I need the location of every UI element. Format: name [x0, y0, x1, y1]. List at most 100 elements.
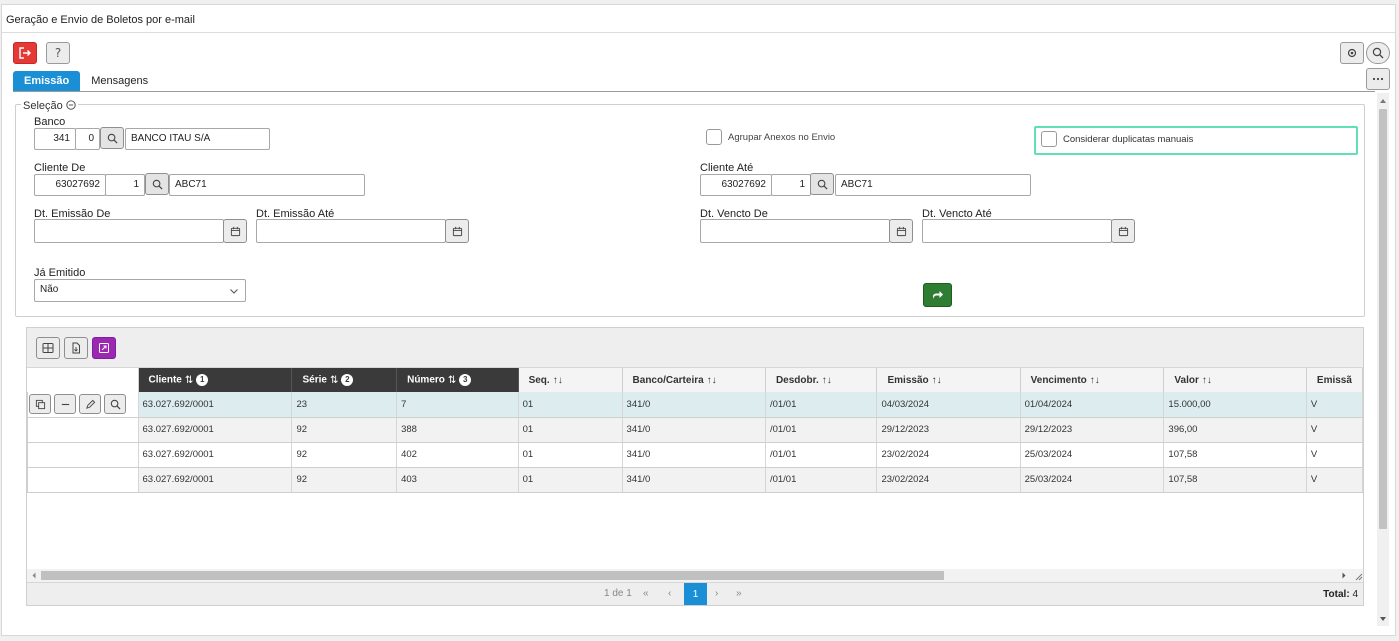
window-title: Geração e Envio de Boletos por e-mail — [6, 14, 195, 26]
column-header[interactable]: Emissão ↑↓ — [876, 368, 1021, 392]
exit-button[interactable] — [13, 42, 37, 64]
export-file-icon — [72, 342, 80, 354]
row-actions — [27, 417, 139, 443]
expand-icon — [99, 343, 109, 353]
calendar-icon — [1118, 226, 1128, 236]
remove-button[interactable] — [54, 394, 76, 415]
more-options-button[interactable] — [1366, 68, 1390, 90]
column-header[interactable]: Vencimento ↑↓ — [1020, 368, 1165, 392]
cell-emitido: V — [1306, 442, 1363, 468]
title-divider — [2, 32, 1395, 33]
gear-icon — [1347, 48, 1357, 58]
vertical-scroll-thumb[interactable] — [1379, 109, 1387, 529]
edit-button[interactable] — [79, 394, 101, 415]
ja-emitido-select[interactable]: Não — [34, 279, 246, 302]
table-row[interactable]: 63.027.692/0001 92 403 01 341/0 /01/01 2… — [27, 467, 1363, 493]
resize-grip-icon[interactable] — [1353, 571, 1363, 581]
collapse-icon[interactable] — [66, 100, 76, 110]
last-page-button[interactable]: » — [736, 588, 742, 599]
cell-cliente: 63.027.692/0001 — [138, 467, 293, 493]
column-header[interactable]: Seq. ↑↓ — [518, 368, 623, 392]
copy-icon — [35, 399, 45, 409]
column-header[interactable]: Banco/Carteira ↑↓ — [622, 368, 766, 392]
tab-bar: Emissão Mensagens — [13, 71, 159, 91]
cell-numero: 388 — [396, 417, 519, 443]
scroll-left-icon[interactable] — [29, 569, 39, 582]
cell-vencimento: 29/12/2023 — [1020, 417, 1165, 443]
dt-vencto-ate-calendar-button[interactable] — [1111, 219, 1135, 243]
total-count: Total: 4 — [1323, 589, 1358, 600]
table-header: Cliente ⇅ 1 Série ⇅ 2 Número ⇅ 3 Seq. ↑↓ Banco/… — [27, 368, 1363, 392]
copy-button[interactable] — [29, 394, 51, 415]
scroll-up-icon[interactable] — [1377, 96, 1389, 106]
cell-cliente: 63.027.692/0001 — [138, 392, 293, 418]
next-page-button[interactable]: › — [715, 588, 718, 599]
horizontal-scrollbar[interactable] — [27, 569, 1363, 582]
dt-emissao-de-input[interactable] — [34, 219, 224, 243]
cliente-ate-seq-input[interactable]: 1 — [771, 174, 811, 196]
settings-button[interactable] — [1340, 42, 1364, 64]
vertical-scrollbar[interactable] — [1377, 93, 1389, 626]
calendar-icon — [452, 226, 462, 236]
page-info: 1 de 1 — [604, 588, 632, 599]
column-header[interactable]: Cliente ⇅ 1 — [138, 368, 293, 392]
cliente-ate-label: Cliente Até — [700, 162, 754, 174]
cell-desdobr: /01/01 — [765, 442, 878, 468]
banco-agency-input[interactable]: 0 — [75, 128, 100, 150]
cliente-de-seq-input[interactable]: 1 — [105, 174, 145, 196]
dt-emissao-ate-input[interactable] — [256, 219, 446, 243]
dt-vencto-ate-input[interactable] — [922, 219, 1112, 243]
column-header[interactable]: Desdobr. ↑↓ — [765, 368, 878, 392]
cell-valor: 15.000,00 — [1163, 392, 1307, 418]
selection-legend[interactable]: Seleção — [21, 100, 78, 112]
horizontal-scroll-thumb[interactable] — [41, 571, 944, 580]
scroll-down-icon[interactable] — [1377, 614, 1389, 624]
cliente-de-lookup-button[interactable] — [145, 173, 169, 195]
current-page-button[interactable]: 1 — [684, 583, 707, 605]
cell-cliente: 63.027.692/0001 — [138, 442, 293, 468]
grid-toolbar — [27, 328, 1363, 368]
dt-emissao-de-calendar-button[interactable] — [223, 219, 247, 243]
column-header[interactable]: Série ⇅ 2 — [291, 368, 398, 392]
considerar-duplicatas-checkbox[interactable] — [1041, 131, 1057, 147]
column-header[interactable]: Número ⇅ 3 — [396, 368, 519, 392]
help-button[interactable]: ? — [46, 42, 70, 64]
cell-vencimento: 01/04/2024 — [1020, 392, 1165, 418]
dt-vencto-de-calendar-button[interactable] — [889, 219, 913, 243]
cell-banco-carteira: 341/0 — [622, 417, 766, 443]
cliente-de-code-input[interactable]: 63027692 — [34, 174, 106, 196]
search-execute-button[interactable] — [923, 283, 952, 307]
cell-seq: 01 — [518, 392, 623, 418]
global-search-button[interactable] — [1366, 42, 1390, 64]
cell-emissao: 23/02/2024 — [876, 467, 1021, 493]
tab-divider — [13, 91, 1375, 92]
cliente-ate-lookup-button[interactable] — [810, 173, 834, 195]
grid-fullscreen-button[interactable] — [92, 337, 116, 359]
view-button[interactable] — [104, 394, 126, 415]
banco-lookup-button[interactable] — [100, 127, 124, 149]
table-row[interactable]: 63.027.692/0001 92 402 01 341/0 /01/01 2… — [27, 442, 1363, 468]
dt-vencto-de-input[interactable] — [700, 219, 890, 243]
cliente-ate-code-input[interactable]: 63027692 — [700, 174, 772, 196]
cell-emitido: V — [1306, 467, 1363, 493]
column-header[interactable]: Emissã — [1306, 368, 1363, 392]
column-header[interactable]: Valor ↑↓ — [1163, 368, 1307, 392]
tab-emissao[interactable]: Emissão — [13, 71, 81, 91]
banco-code-input[interactable]: 341 — [34, 128, 76, 150]
table-row[interactable]: 63.027.692/0001 92 388 01 341/0 /01/01 2… — [27, 417, 1363, 443]
cell-desdobr: /01/01 — [765, 467, 878, 493]
calendar-icon — [896, 226, 906, 236]
agrupar-anexos-checkbox[interactable] — [706, 129, 722, 145]
table-row[interactable]: 63.027.692/0001 23 7 01 341/0 /01/01 04/… — [27, 392, 1363, 418]
pencil-icon — [85, 399, 95, 409]
grid-columns-button[interactable] — [36, 337, 60, 359]
first-page-button[interactable]: « — [643, 588, 649, 599]
search-icon — [152, 179, 163, 190]
scroll-right-icon[interactable] — [1339, 569, 1349, 582]
calendar-icon — [230, 226, 240, 236]
tab-mensagens[interactable]: Mensagens — [80, 71, 159, 91]
prev-page-button[interactable]: ‹ — [668, 588, 671, 599]
cell-emissao: 04/03/2024 — [876, 392, 1021, 418]
grid-export-button[interactable] — [64, 337, 88, 359]
dt-emissao-ate-calendar-button[interactable] — [445, 219, 469, 243]
